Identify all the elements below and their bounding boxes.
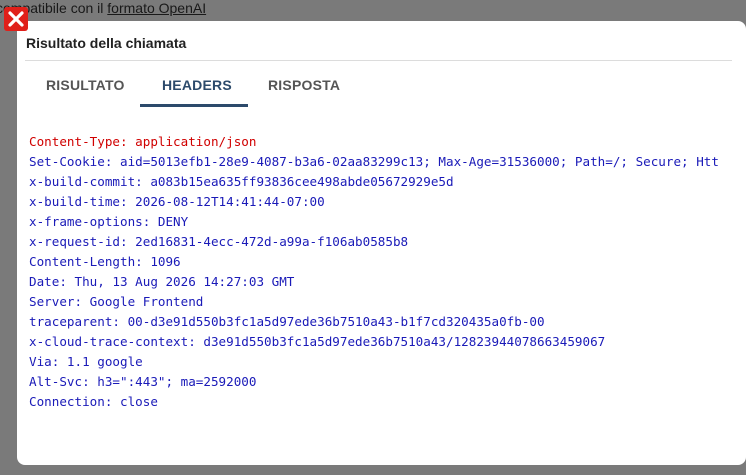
close-icon — [8, 11, 24, 27]
header-line-set-cookie: Set-Cookie: aid=5013efb1-28e9-4087-b3a6-… — [29, 154, 719, 169]
header-line-server: Server: Google Frontend — [29, 294, 204, 309]
header-line-content-length: Content-Length: 1096 — [29, 254, 181, 269]
header-line-request-id: x-request-id: 2ed16831-4ecc-472d-a99a-f1… — [29, 234, 409, 249]
active-tab-indicator — [140, 104, 248, 107]
call-result-modal: Risultato della chiamata RISULTATO HEADE… — [17, 21, 746, 465]
header-line-via: Via: 1.1 google — [29, 354, 143, 369]
modal-title: Risultato della chiamata — [26, 35, 187, 51]
header-line-cloud-trace-context: x-cloud-trace-context: d3e91d550b3fc1a5d… — [29, 334, 606, 349]
header-line-date: Date: Thu, 13 Aug 2026 14:27:03 GMT — [29, 274, 295, 289]
header-line-alt-svc: Alt-Svc: h3=":443"; ma=2592000 — [29, 374, 257, 389]
modal-header-divider — [25, 60, 732, 61]
header-line-build-commit: x-build-commit: a083b15ea635ff93836cee49… — [29, 174, 454, 189]
response-headers: Content-Type: application/json Set-Cooki… — [29, 132, 746, 412]
header-line-connection: Connection: close — [29, 394, 158, 409]
header-line-frame-options: x-frame-options: DENY — [29, 214, 189, 229]
tab-risultato[interactable]: RISULTATO — [46, 77, 125, 93]
header-line-build-time: x-build-time: 2026-08-12T14:41:44-07:00 — [29, 194, 325, 209]
header-line-content-type: Content-Type: application/json — [29, 134, 257, 149]
tab-headers[interactable]: HEADERS — [162, 77, 232, 93]
close-button[interactable] — [4, 7, 28, 31]
header-line-traceparent: traceparent: 00-d3e91d550b3fc1a5d97ede36… — [29, 314, 545, 329]
tab-risposta[interactable]: RISPOSTA — [268, 77, 340, 93]
